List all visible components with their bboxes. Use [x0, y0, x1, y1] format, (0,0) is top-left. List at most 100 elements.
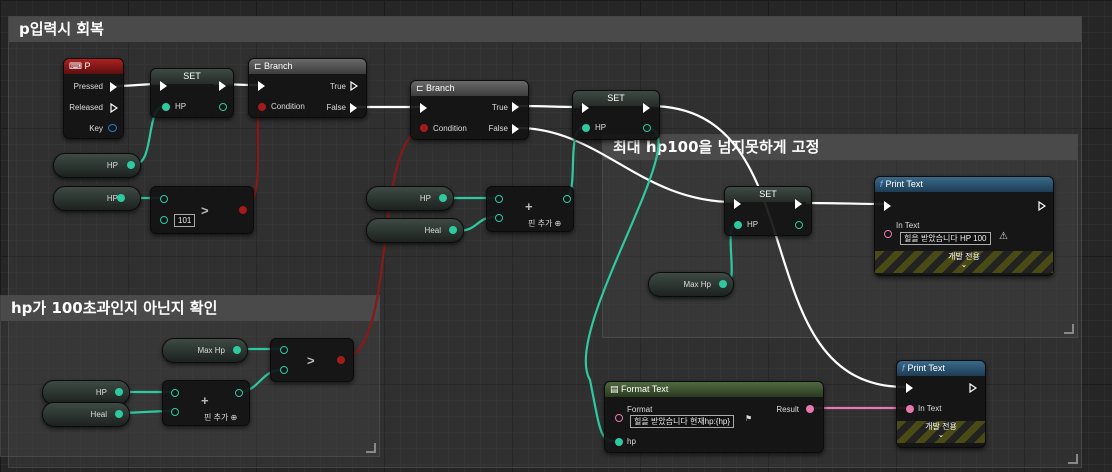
key-p-event-node[interactable]: ⌨ P Pressed Released Key — [63, 58, 124, 139]
add-node-1[interactable]: + 핀 추가 ⊕ — [486, 186, 574, 232]
exec-in-pin[interactable] — [258, 81, 265, 91]
heal-getter-1[interactable]: Heal — [366, 218, 464, 243]
hp-arg-pin[interactable] — [615, 438, 623, 446]
true-exec-pin[interactable] — [512, 102, 519, 112]
exec-in-pin[interactable] — [160, 81, 167, 91]
print-text-node-2[interactable]: f Print Text In Text 개발 전용 ⌄ — [896, 360, 986, 448]
condition-pin[interactable] — [420, 124, 428, 132]
hp-output-pin[interactable] — [439, 194, 447, 202]
branch-icon: ⊏ — [416, 83, 427, 93]
add-pin-button[interactable]: 핀 추가 ⊕ — [204, 412, 237, 423]
exec-in-pin[interactable] — [734, 199, 741, 209]
key-struct-pin[interactable] — [108, 124, 117, 132]
node-header: ⊏ Branch — [411, 81, 528, 96]
dev-only-banner: 개발 전용 ⌄ — [897, 421, 985, 443]
print-text-node-1[interactable]: f Print Text In Text 힐을 받았습니다 HP 100 ⚠ 개발… — [874, 176, 1054, 276]
hp-output-pin[interactable] — [643, 124, 651, 132]
a-input-pin[interactable] — [171, 389, 179, 397]
hp-output-pin[interactable] — [795, 221, 803, 229]
b-input-pin[interactable] — [171, 408, 179, 416]
b-input-pin[interactable] — [280, 366, 288, 374]
a-input-pin[interactable] — [160, 195, 168, 203]
hp-input-pin[interactable] — [734, 221, 742, 229]
exec-out-pin[interactable] — [219, 81, 226, 91]
b-input-pin[interactable] — [160, 216, 168, 224]
var-label: Heal — [90, 410, 107, 419]
exec-in-pin[interactable] — [420, 103, 427, 113]
hp-output-pin[interactable] — [115, 388, 123, 396]
maxhp-output-pin[interactable] — [233, 346, 241, 354]
maxhp-getter-2[interactable]: Max Hp — [162, 338, 248, 363]
exec-out-pin[interactable] — [969, 383, 977, 393]
in-text-pin[interactable] — [906, 405, 914, 413]
heal-getter-2[interactable]: Heal — [42, 402, 130, 427]
hp-getter-3[interactable]: HP — [366, 186, 454, 211]
dev-only-banner: 개발 전용 ⌄ — [875, 251, 1053, 273]
exec-out-pin[interactable] — [795, 199, 802, 209]
add-node-2[interactable]: + 핀 추가 ⊕ — [162, 380, 250, 426]
var-label: HP — [419, 194, 431, 203]
in-text-pin[interactable] — [884, 230, 892, 238]
false-exec-pin[interactable] — [350, 103, 357, 113]
result-pin[interactable] — [235, 389, 243, 397]
branch-node-2[interactable]: ⊏ Branch Condition True False — [410, 80, 529, 140]
a-input-pin[interactable] — [495, 195, 503, 203]
chevron-down-icon[interactable]: ⌄ — [875, 261, 1053, 269]
set-hp-node-2[interactable]: SET HP — [572, 90, 660, 140]
in-text-value-box[interactable]: 힐을 받았습니다 HP 100 — [900, 232, 991, 245]
heal-output-pin[interactable] — [449, 226, 457, 234]
set-hp-node-1[interactable]: SET HP — [150, 68, 234, 118]
exec-out-pin[interactable] — [1038, 201, 1046, 211]
hp-input-pin[interactable] — [582, 124, 590, 132]
in-text-label: In Text — [918, 404, 942, 413]
result-pin[interactable] — [806, 405, 814, 413]
hp-getter-2[interactable]: HP — [53, 186, 141, 211]
heal-output-pin[interactable] — [115, 410, 123, 418]
exec-out-pin[interactable] — [643, 103, 650, 113]
format-pin[interactable] — [615, 414, 623, 422]
true-exec-pin[interactable] — [350, 81, 358, 91]
exec-in-pin[interactable] — [884, 201, 891, 211]
hp-getter-1[interactable]: HP — [53, 153, 141, 178]
format-label: Format — [627, 405, 653, 414]
keyboard-icon: ⌨ — [69, 61, 85, 71]
false-exec-pin[interactable] — [512, 124, 519, 134]
format-value-box[interactable]: 힐을 받았습니다 현재hp:{hp} — [630, 415, 735, 428]
branch-node-1[interactable]: ⊏ Branch Condition True False — [248, 58, 367, 118]
node-header: f Print Text — [875, 177, 1053, 192]
result-pin[interactable] — [337, 356, 345, 364]
pressed-exec-pin[interactable] — [110, 82, 117, 92]
condition-pin[interactable] — [258, 103, 266, 111]
node-title: Print Text — [885, 179, 923, 189]
var-label: HP — [106, 161, 118, 170]
var-label: Max Hp — [197, 346, 225, 355]
hp-output-pin[interactable] — [117, 194, 125, 202]
set-hp-node-3[interactable]: SET HP — [724, 186, 812, 236]
maxhp-getter-1[interactable]: Max Hp — [648, 272, 734, 297]
hp-input-pin[interactable] — [162, 103, 170, 111]
maxhp-output-pin[interactable] — [719, 280, 727, 288]
released-exec-pin[interactable] — [110, 103, 118, 113]
exec-in-pin[interactable] — [582, 103, 589, 113]
a-input-pin[interactable] — [280, 346, 288, 354]
hp-output-pin[interactable] — [219, 103, 227, 111]
result-pin[interactable] — [239, 206, 247, 214]
true-label: True — [329, 82, 346, 91]
condition-label: Condition — [433, 124, 467, 133]
var-label: HP — [95, 388, 107, 397]
format-text-node[interactable]: ▤ Format Text Format 힐을 받았습니다 현재hp:{hp} … — [604, 381, 824, 453]
hp-pin-label: HP — [747, 220, 759, 229]
b-value-box[interactable]: 101 — [174, 214, 196, 227]
add-pin-button[interactable]: 핀 추가 ⊕ — [528, 218, 561, 229]
hp-output-pin[interactable] — [127, 161, 135, 169]
b-input-pin[interactable] — [495, 214, 503, 222]
result-pin[interactable] — [563, 195, 571, 203]
chevron-down-icon[interactable]: ⌄ — [897, 431, 985, 439]
greater-than-node-1[interactable]: 101 > — [150, 186, 254, 234]
hp-pin-label: HP — [595, 123, 607, 132]
key-label: Key — [89, 124, 103, 133]
greater-than-node-2[interactable]: > — [270, 338, 354, 382]
in-text-label: In Text — [896, 221, 920, 230]
hp-pin-label: HP — [175, 102, 187, 111]
exec-in-pin[interactable] — [906, 383, 913, 393]
